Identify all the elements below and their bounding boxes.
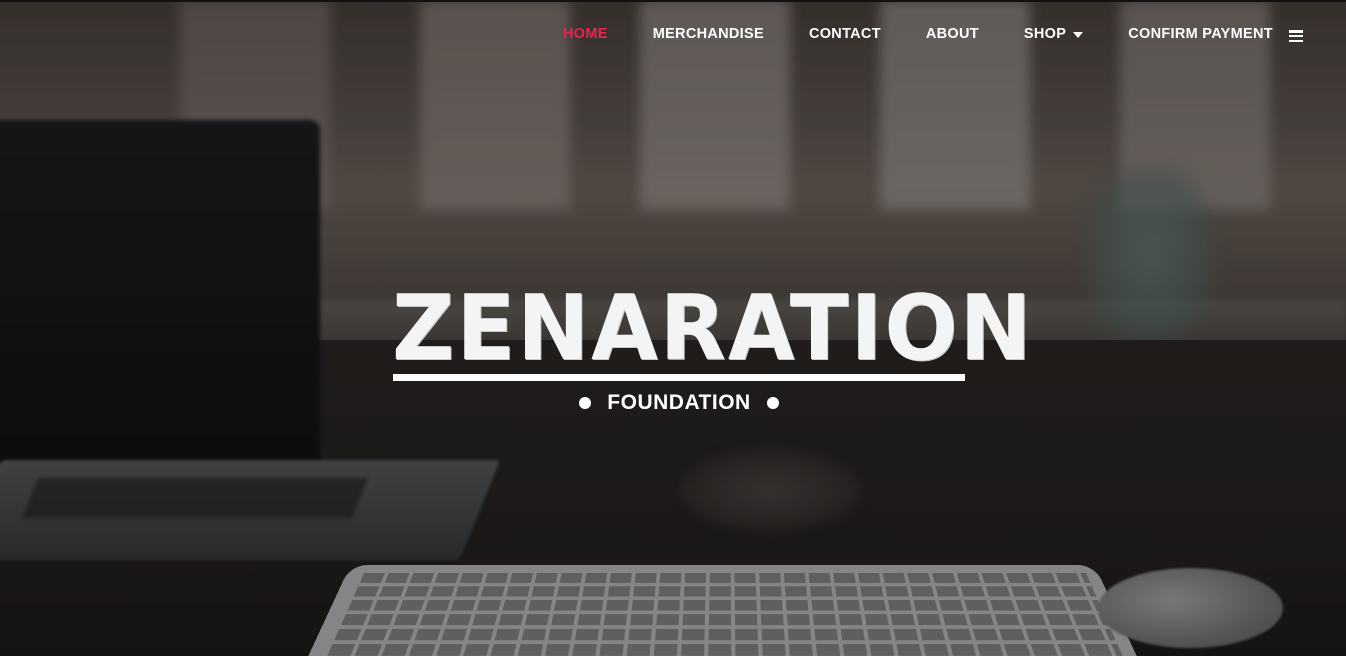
logo-title: ZENARATION <box>392 275 1034 381</box>
nav-item-shop[interactable]: SHOP <box>1023 26 1084 42</box>
hamburger-icon[interactable] <box>1289 30 1303 43</box>
caret-down-icon <box>1073 31 1084 38</box>
nav-item-contact[interactable]: CONTACT <box>809 26 881 42</box>
top-border <box>0 0 1346 2</box>
logo-subtitle: FOUNDATION <box>607 391 751 414</box>
site-logo[interactable]: ZENARATION FOUNDATION <box>392 275 1034 415</box>
bullet-dot-icon <box>579 397 592 409</box>
nav-item-merchandise[interactable]: MERCHANDISE <box>653 26 764 42</box>
bullet-dot-icon <box>766 397 779 409</box>
nav-item-confirm-payment[interactable]: CONFIRM PAYMENT <box>1128 26 1273 42</box>
nav-item-shop-label: SHOP <box>1023 26 1067 42</box>
nav-menu: HOME MERCHANDISE CONTACT ABOUT SHOP CONF… <box>563 26 1318 42</box>
logo-subtitle-row: FOUNDATION <box>392 391 966 415</box>
nav-item-about[interactable]: ABOUT <box>926 26 979 42</box>
main-nav: HOME MERCHANDISE CONTACT ABOUT SHOP CONF… <box>0 0 1346 74</box>
nav-item-home[interactable]: HOME <box>563 26 608 42</box>
